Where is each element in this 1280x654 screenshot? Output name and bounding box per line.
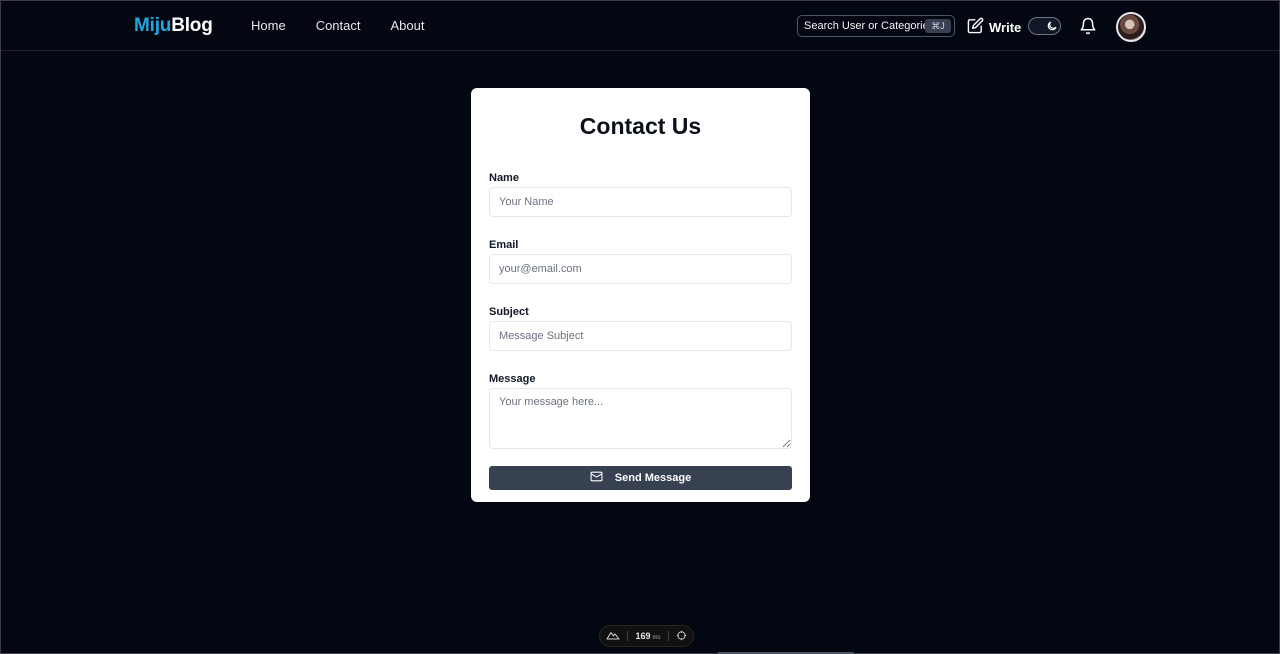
search-button[interactable]: Search User or Categories... ⌘J [797, 15, 955, 37]
write-label: Write [989, 19, 1022, 35]
crosshair-icon[interactable] [676, 630, 687, 643]
subject-input[interactable] [489, 321, 792, 351]
dev-indicator[interactable]: 169 ms [599, 625, 694, 647]
name-input[interactable] [489, 187, 792, 217]
brand-logo[interactable]: MijuBlog [134, 15, 213, 37]
subject-label: Subject [489, 306, 529, 318]
email-field-group: Email [489, 238, 792, 284]
app-window: MijuBlog Home Contact About Search User … [0, 0, 1280, 654]
brand-logo-part1: Miju [134, 15, 172, 36]
bell-icon[interactable] [1079, 17, 1097, 40]
send-message-label: Send Message [614, 472, 692, 484]
name-field-group: Name [489, 171, 792, 217]
render-time: 169 ms [635, 631, 660, 641]
name-label: Name [489, 172, 519, 184]
contact-form-card: Contact Us Name Email Subject Message [471, 88, 810, 502]
page-title: Contact Us [579, 113, 702, 139]
nav-link-about[interactable]: About [391, 18, 425, 33]
indicator-divider [667, 631, 669, 641]
email-input[interactable] [489, 254, 792, 284]
mail-icon [590, 470, 603, 486]
render-time-unit: ms [652, 635, 661, 641]
pencil-square-icon [967, 17, 984, 37]
render-time-value: 169 [635, 631, 651, 641]
brand-logo-part2: Blog [171, 15, 213, 36]
indicator-divider [627, 631, 629, 641]
moon-icon [1046, 20, 1058, 32]
send-message-button[interactable]: Send Message [489, 466, 792, 490]
message-field-group: Message [489, 372, 792, 449]
message-textarea[interactable] [489, 388, 792, 449]
mountain-icon[interactable] [606, 630, 620, 642]
main-nav: Home Contact About [251, 18, 424, 33]
search-shortcut-badge: ⌘J [925, 19, 951, 33]
search-label: Search User or Categories... [804, 20, 925, 32]
user-avatar[interactable] [1116, 12, 1146, 42]
message-label: Message [489, 373, 536, 385]
top-navbar: MijuBlog Home Contact About Search User … [1, 1, 1279, 51]
theme-toggle[interactable] [1028, 17, 1061, 35]
nav-link-contact[interactable]: Contact [316, 18, 361, 33]
write-button[interactable]: Write [967, 17, 1021, 37]
email-label: Email [489, 239, 519, 251]
subject-field-group: Subject [489, 305, 792, 351]
nav-link-home[interactable]: Home [251, 18, 286, 33]
